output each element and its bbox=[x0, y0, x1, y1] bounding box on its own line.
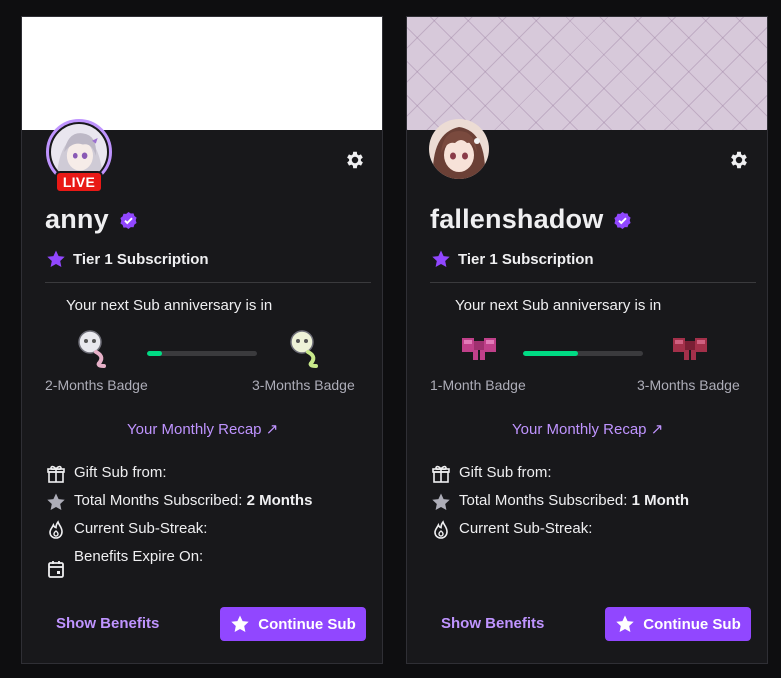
continue-sub-button[interactable]: Continue Sub bbox=[605, 607, 751, 641]
star-icon bbox=[230, 614, 250, 634]
flame-icon bbox=[431, 520, 451, 540]
verified-icon bbox=[119, 211, 138, 230]
avatar-frame[interactable] bbox=[429, 119, 489, 179]
gift-sub-row: Gift Sub from: bbox=[46, 464, 167, 484]
tier-row: Tier 1 Subscription bbox=[46, 249, 209, 269]
sub-streak-label: Current Sub-Streak: bbox=[459, 520, 593, 537]
total-months-label: Total Months Subscribed: bbox=[459, 492, 628, 509]
star-icon bbox=[46, 492, 66, 512]
total-months-text: Total Months Subscribed: 1 Month bbox=[459, 492, 689, 510]
calendar-icon bbox=[46, 559, 66, 579]
show-benefits-button[interactable]: Show Benefits bbox=[56, 615, 159, 632]
star-icon bbox=[431, 492, 451, 512]
sub-streak-label: Current Sub-Streak: bbox=[74, 520, 208, 537]
current-badge-label: 1-Month Badge bbox=[430, 377, 526, 393]
live-badge: LIVE bbox=[55, 171, 103, 193]
current-badge-label: 2-Months Badge bbox=[45, 377, 148, 393]
tier-label: Tier 1 Subscription bbox=[73, 250, 209, 268]
sub-card-fallenshadow: fallenshadow Tier 1 Subscription Your ne… bbox=[406, 16, 768, 664]
current-badge-image bbox=[68, 326, 114, 370]
star-icon bbox=[615, 614, 635, 634]
next-anniversary-text: Your next Sub anniversary is in bbox=[455, 297, 662, 314]
continue-sub-label: Continue Sub bbox=[643, 615, 741, 633]
current-badge-image bbox=[456, 326, 502, 370]
show-benefits-button[interactable]: Show Benefits bbox=[441, 615, 544, 632]
next-badge-image bbox=[280, 326, 326, 370]
total-months-text: Total Months Subscribed: 2 Months bbox=[74, 492, 312, 510]
badge-progress-fill bbox=[147, 351, 163, 356]
monthly-recap-link[interactable]: Your Monthly Recap ↗ bbox=[512, 420, 663, 438]
badge-progress-bar bbox=[523, 351, 643, 356]
badge-progress-fill bbox=[523, 351, 579, 356]
next-badge-label: 3-Months Badge bbox=[637, 377, 740, 393]
total-months-value: 1 Month bbox=[631, 492, 690, 509]
next-anniversary-text: Your next Sub anniversary is in bbox=[66, 297, 273, 314]
monthly-recap-link[interactable]: Your Monthly Recap ↗ bbox=[127, 420, 278, 438]
total-months-row: Total Months Subscribed: 2 Months bbox=[46, 492, 312, 512]
streamer-name[interactable]: fallenshadow bbox=[430, 204, 603, 235]
benefits-expire-row: Benefits Expire On: bbox=[46, 548, 203, 579]
star-icon bbox=[431, 249, 451, 269]
next-badge-image bbox=[667, 326, 713, 370]
gift-sub-label: Gift Sub from: bbox=[74, 464, 167, 481]
sub-streak-row: Current Sub-Streak: bbox=[431, 520, 592, 540]
profile-banner bbox=[407, 17, 767, 130]
gift-icon bbox=[431, 464, 451, 484]
continue-sub-label: Continue Sub bbox=[258, 615, 356, 633]
streamer-name[interactable]: anny bbox=[45, 204, 109, 235]
avatar[interactable] bbox=[429, 119, 489, 179]
gear-icon[interactable] bbox=[344, 149, 366, 171]
gift-icon bbox=[46, 464, 66, 484]
sub-streak-row: Current Sub-Streak: bbox=[46, 520, 207, 540]
next-badge-label: 3-Months Badge bbox=[252, 377, 355, 393]
streamer-name-row: fallenshadow bbox=[430, 204, 632, 235]
gift-sub-label: Gift Sub from: bbox=[459, 464, 552, 481]
streamer-name-row: anny bbox=[45, 204, 138, 235]
gift-sub-row: Gift Sub from: bbox=[431, 464, 552, 484]
continue-sub-button[interactable]: Continue Sub bbox=[220, 607, 366, 641]
benefits-expire-label: Benefits Expire On: bbox=[74, 548, 204, 565]
star-icon bbox=[46, 249, 66, 269]
total-months-value: 2 Months bbox=[246, 492, 313, 509]
divider bbox=[430, 282, 756, 283]
flame-icon bbox=[46, 520, 66, 540]
badge-progress-bar bbox=[147, 351, 257, 356]
verified-icon bbox=[613, 211, 632, 230]
divider bbox=[45, 282, 371, 283]
tier-row: Tier 1 Subscription bbox=[431, 249, 594, 269]
gear-icon[interactable] bbox=[728, 149, 750, 171]
tier-label: Tier 1 Subscription bbox=[458, 250, 594, 268]
total-months-label: Total Months Subscribed: bbox=[74, 492, 243, 509]
profile-banner bbox=[22, 17, 382, 130]
total-months-row: Total Months Subscribed: 1 Month bbox=[431, 492, 689, 512]
sub-card-anny: LIVE anny Tier 1 Subscription Your next … bbox=[21, 16, 383, 664]
